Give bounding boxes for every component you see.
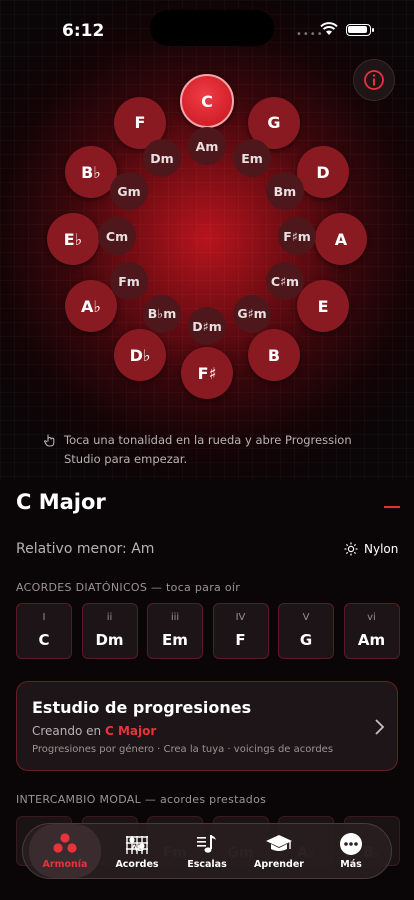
tap-hand-icon: [44, 434, 55, 447]
chord-name: Am: [357, 631, 386, 649]
music-notes-icon: [171, 832, 243, 856]
chord-numeral: IV: [235, 612, 246, 623]
tab-graduation-cap[interactable]: Aprender: [243, 824, 315, 878]
chord-name: F: [235, 631, 246, 649]
minor-key-4[interactable]: C♯m: [265, 262, 304, 300]
chevron-right-icon: [375, 719, 385, 735]
major-key-7[interactable]: D♭: [114, 329, 166, 382]
diatonic-chord-card[interactable]: vi Am: [343, 603, 400, 659]
tab-label: Más: [340, 859, 362, 870]
diatonic-chord-card[interactable]: iii Em: [147, 603, 203, 659]
battery-icon: [346, 24, 374, 36]
diatonic-chord-card[interactable]: IV F: [212, 603, 269, 659]
minor-key-0[interactable]: Am: [188, 127, 226, 165]
hint-text: Toca una tonalidad en la rueda y abre Pr…: [64, 433, 352, 466]
dynamic-island: [150, 10, 274, 46]
info-button[interactable]: [353, 59, 395, 101]
chord-numeral: I: [42, 612, 46, 623]
tab-circle-of-fifths[interactable]: Armonía: [29, 824, 101, 878]
chord-name: Dm: [95, 631, 124, 649]
minor-key-8[interactable]: Fm: [110, 262, 149, 300]
major-key-3[interactable]: A: [315, 213, 367, 265]
major-key-8[interactable]: A♭: [64, 280, 117, 332]
chord-name: G: [299, 631, 313, 649]
modal-section-label: INTERCAMBIO MODAL — acordes prestados: [16, 793, 267, 806]
graduation-cap-icon: [243, 832, 315, 856]
progression-studio-card[interactable]: Estudio de progresiones Creando en C Maj…: [16, 681, 398, 771]
major-key-9[interactable]: E♭: [47, 213, 99, 265]
minor-key-6[interactable]: D♯m: [188, 307, 226, 345]
creating-prefix: Creando en: [32, 724, 102, 738]
collapse-button[interactable]: [384, 506, 400, 508]
selected-key-title: C Major: [16, 490, 106, 514]
chord-numeral: V: [302, 612, 310, 623]
progression-subtitle: Creando en C Major: [32, 724, 156, 738]
svg-text:AB: AB: [131, 843, 144, 853]
minor-key-3[interactable]: F♯m: [278, 217, 316, 255]
major-key-4[interactable]: E: [297, 280, 350, 332]
minor-key-10[interactable]: Gm: [110, 172, 149, 210]
creating-key: C Major: [104, 724, 157, 738]
diatonic-chord-card[interactable]: ii Dm: [81, 603, 138, 659]
minor-key-11[interactable]: Dm: [143, 139, 181, 178]
chord-numeral: ii: [106, 612, 113, 623]
tab-label: Aprender: [254, 859, 304, 870]
chord-numeral: iii: [170, 612, 180, 623]
major-key-6[interactable]: F♯: [181, 347, 233, 399]
tab-bar: Armonía AB Acordes Escalas Aprender Más: [22, 823, 392, 879]
tab-guitar-chord[interactable]: AB Acordes: [101, 824, 173, 878]
minor-key-9[interactable]: Cm: [98, 217, 136, 255]
more-icon: [315, 832, 387, 856]
diatonic-chord-card[interactable]: VG: [278, 603, 334, 659]
tab-label: Acordes: [115, 859, 159, 870]
progression-description: Progresiones por género · Crea la tuya ·…: [32, 744, 334, 755]
diatonic-section-label: ACORDES DIATÓNICOS — toca para oír: [16, 581, 241, 594]
major-key-0[interactable]: C: [180, 74, 234, 128]
sound-selector[interactable]: Nylon: [344, 542, 398, 556]
sound-label: Nylon: [364, 542, 399, 556]
chord-numeral: vi: [367, 612, 376, 623]
tab-music-notes[interactable]: Escalas: [171, 824, 243, 878]
chord-name: Em: [162, 631, 188, 649]
diatonic-chord-card[interactable]: IC: [16, 603, 72, 659]
sun-icon: [344, 542, 358, 556]
circle-of-fifths-icon: [29, 832, 101, 856]
tab-more[interactable]: Más: [315, 824, 387, 878]
minor-key-7[interactable]: B♭m: [143, 294, 181, 333]
info-icon: [364, 70, 384, 90]
guitar-chord-icon: AB: [101, 832, 173, 856]
major-key-2[interactable]: D: [297, 146, 350, 198]
minor-key-1[interactable]: Em: [233, 139, 271, 178]
major-key-5[interactable]: B: [248, 329, 300, 382]
wifi-icon: [320, 22, 338, 35]
relative-minor: Relativo menor: Am: [16, 541, 155, 557]
tab-label: Escalas: [187, 859, 227, 870]
minor-key-2[interactable]: Bm: [265, 172, 304, 210]
tab-label: Armonía: [42, 859, 88, 870]
chord-name: C: [38, 631, 50, 649]
minor-key-5[interactable]: G♯m: [233, 294, 271, 333]
progression-title: Estudio de progresiones: [32, 698, 252, 717]
status-bar: 6:12 ••••: [0, 0, 414, 56]
status-time: 6:12: [62, 21, 105, 41]
